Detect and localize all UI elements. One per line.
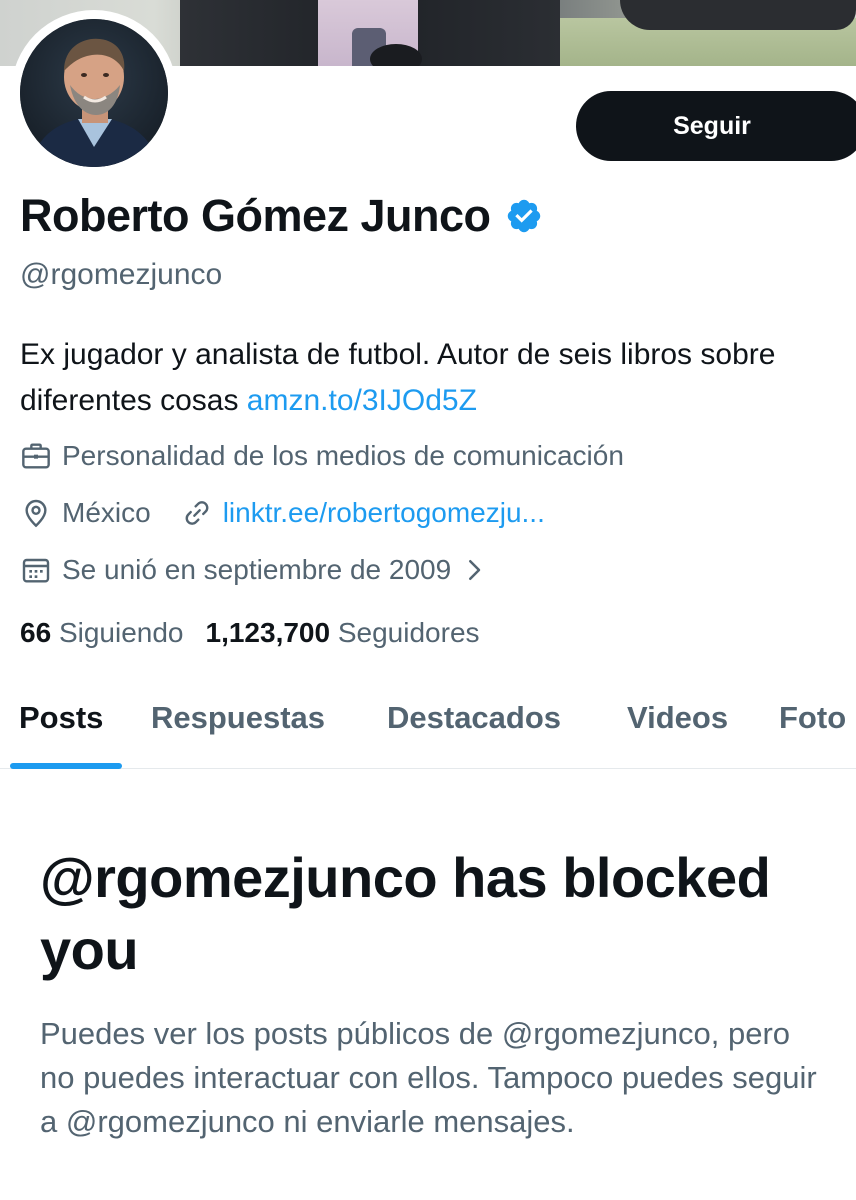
chevron-right-icon — [469, 560, 481, 580]
followers-link[interactable]: 1,123,700 Seguidores — [206, 617, 480, 648]
profile-location: México — [62, 497, 151, 528]
tab-destacados[interactable]: Destacados — [387, 700, 561, 736]
avatar[interactable] — [20, 19, 168, 167]
following-link[interactable]: 66 Siguiendo — [20, 617, 184, 648]
avatar-border — [11, 10, 177, 176]
profile-joined-date: Se unió en septiembre de 2009 — [62, 554, 452, 585]
follow-button[interactable]: Seguir — [576, 91, 856, 161]
profile-joined-row[interactable]: Se unió en septiembre de 2009 — [20, 554, 489, 586]
bio-link[interactable]: amzn.to/3IJOd5Z — [247, 384, 477, 417]
profile-handle: @rgomezjunco — [20, 258, 223, 291]
profile-bio: Ex jugador y analista de futbol. Autor d… — [20, 332, 840, 424]
profile-tabs: Posts Respuestas Destacados Videos Foto — [0, 690, 856, 769]
blocked-description: Puedes ver los posts públicos de @rgomez… — [40, 1016, 817, 1139]
active-tab-indicator — [10, 763, 122, 769]
tab-videos[interactable]: Videos — [627, 700, 728, 736]
profile-category-row: Personalidad de los medios de comunicaci… — [20, 440, 624, 472]
following-label: Siguiendo — [58, 617, 184, 648]
blocked-title: @rgomezjunco has blocked you — [40, 846, 771, 981]
verified-badge-icon[interactable] — [505, 197, 543, 235]
banner-vehicle — [620, 0, 856, 30]
calendar-icon — [22, 558, 50, 583]
followers-count: 1,123,700 — [205, 617, 331, 648]
tab-respuestas[interactable]: Respuestas — [151, 700, 325, 736]
profile-name-row: Roberto Gómez Junco — [20, 190, 543, 242]
briefcase-icon — [22, 443, 50, 469]
follow-button-label: Seguir — [673, 111, 751, 140]
link-icon — [185, 501, 209, 525]
following-count: 66 — [20, 617, 52, 648]
tab-posts[interactable]: Posts — [19, 700, 103, 736]
tab-fotos[interactable]: Foto — [779, 700, 846, 736]
followers-label: Seguidores — [337, 617, 480, 648]
location-pin-icon — [25, 499, 47, 528]
profile-website-link[interactable]: linktr.ee/robertogomezju... — [223, 497, 545, 529]
banner-microphone — [370, 44, 422, 66]
profile-location-row: México linktr.ee/robertogomezju... — [20, 497, 545, 529]
profile-category: Personalidad de los medios de comunicaci… — [62, 440, 624, 471]
profile-stats: 66 Siguiendo 1,123,700 Seguidores — [20, 617, 480, 649]
profile-name: Roberto Gómez Junco — [20, 190, 491, 241]
